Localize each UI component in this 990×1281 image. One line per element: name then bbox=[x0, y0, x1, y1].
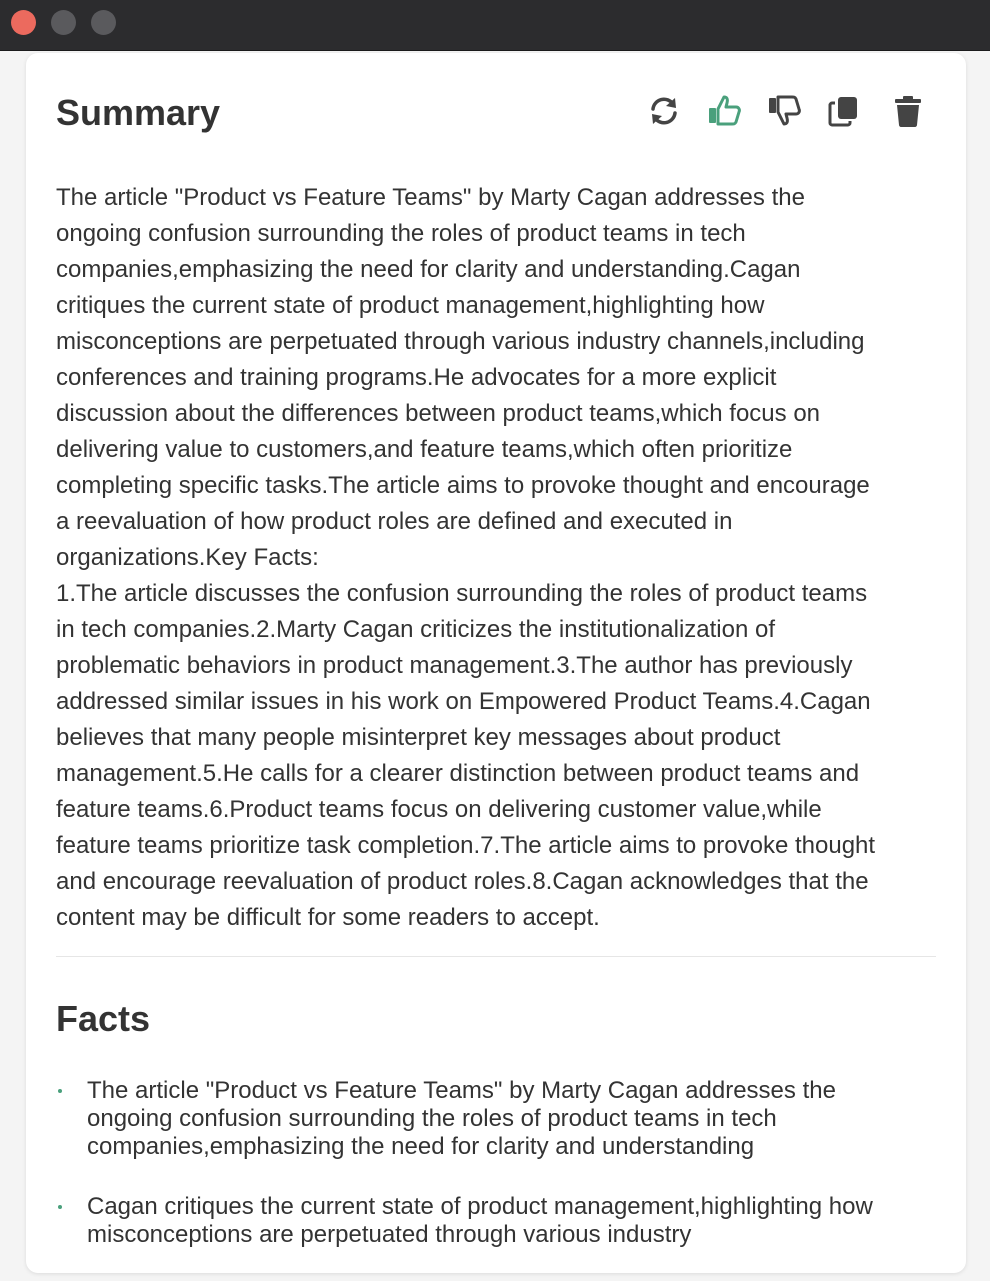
bullet-icon bbox=[58, 1205, 62, 1209]
facts-title: Facts bbox=[56, 998, 151, 1039]
dislike-button[interactable] bbox=[764, 91, 804, 131]
minimize-window-button[interactable] bbox=[51, 10, 76, 35]
close-window-button[interactable] bbox=[11, 10, 36, 35]
refresh-icon bbox=[651, 97, 677, 125]
fact-text: Cagan critiques the current state of pro… bbox=[87, 1193, 873, 1248]
fact-text: The article "Product vs Feature Teams" b… bbox=[87, 1077, 836, 1160]
summary-text: The article "Product vs Feature Teams" b… bbox=[56, 184, 876, 931]
thumbs-up-icon bbox=[709, 95, 741, 126]
like-button[interactable] bbox=[704, 91, 744, 131]
summary-toolbar bbox=[26, 91, 966, 131]
copy-button[interactable] bbox=[824, 91, 864, 131]
thumbs-down-icon bbox=[769, 95, 801, 126]
summary-card: Summary The article "Product vs Feature … bbox=[26, 53, 966, 1273]
delete-button[interactable] bbox=[888, 91, 928, 131]
section-divider bbox=[56, 956, 936, 957]
bullet-icon bbox=[58, 1089, 62, 1093]
maximize-window-button[interactable] bbox=[91, 10, 116, 35]
facts-list: The article "Product vs Feature Teams" b… bbox=[56, 1077, 936, 1281]
window-titlebar bbox=[0, 0, 990, 51]
trash-icon bbox=[895, 96, 921, 127]
fact-item: The article "Product vs Feature Teams" b… bbox=[56, 1077, 936, 1161]
regenerate-button[interactable] bbox=[644, 91, 684, 131]
copy-icon bbox=[828, 97, 857, 127]
fact-item: Cagan critiques the current state of pro… bbox=[56, 1193, 936, 1249]
